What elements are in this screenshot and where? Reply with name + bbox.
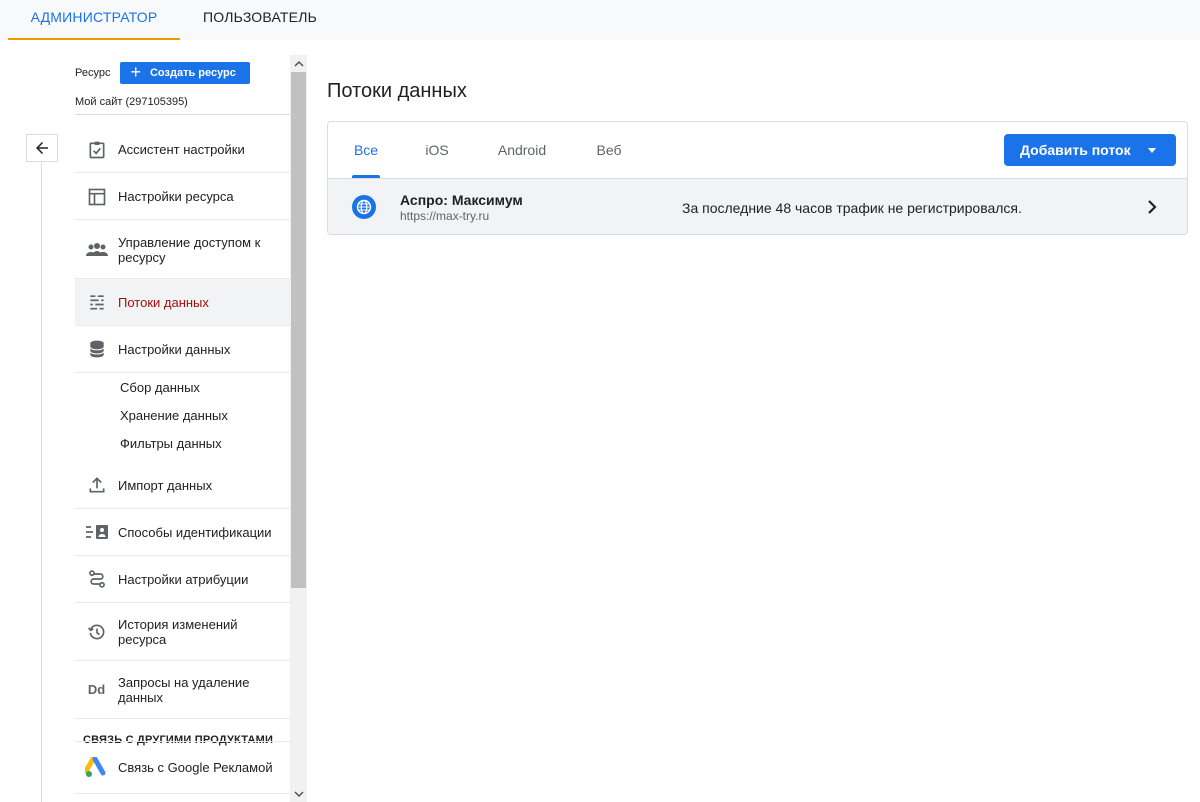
stream-row[interactable]: Аспро: Максимум https://max-try.ru За по…: [328, 178, 1187, 234]
stream-name: Аспро: Максимум: [400, 192, 523, 208]
tab-ios[interactable]: iOS: [422, 122, 452, 178]
sidebar-item-label: История изменений ресурса: [118, 616, 238, 647]
data-streams-card: Все iOS Android Веб Добавить поток Аспро…: [327, 121, 1188, 235]
tab-user[interactable]: ПОЛЬЗОВАТЕЛЬ: [192, 0, 328, 40]
resource-label: Ресурс: [75, 67, 111, 79]
sidebar-subitem-data-collection[interactable]: Сбор данных: [120, 380, 200, 395]
sidebar-item-label: Настройки атрибуции: [118, 571, 249, 587]
web-globe-icon: [352, 195, 376, 219]
history-icon: [75, 622, 118, 642]
tab-all[interactable]: Все: [350, 122, 382, 178]
sidebar-item-label: Импорт данных: [118, 477, 213, 493]
setup-checklist-icon: [75, 140, 118, 160]
tab-admin[interactable]: АДМИНИСТРАТОР: [8, 0, 180, 40]
attribution-icon: [75, 569, 118, 589]
scroll-up-button[interactable]: [290, 55, 307, 72]
sidebar-item-property-settings[interactable]: Настройки ресурса: [75, 174, 290, 220]
admin-sidebar: Ресурс + Создать ресурс Мой сайт (297105…: [75, 40, 290, 802]
sidebar-item-label: Настройки ресурса: [118, 189, 234, 204]
people-icon: [75, 240, 118, 260]
data-streams-icon: [75, 292, 118, 312]
sidebar-item-label: Настройки данных: [118, 341, 231, 357]
chevron-up-icon: [293, 60, 304, 67]
back-button[interactable]: [26, 134, 58, 162]
database-icon: [75, 339, 118, 359]
sidebar-item-data-import[interactable]: Импорт данных: [75, 462, 290, 509]
top-tab-bar: АДМИНИСТРАТОР ПОЛЬЗОВАТЕЛЬ: [0, 0, 1200, 40]
sidebar-item-data-streams[interactable]: Потоки данных: [75, 279, 290, 326]
sidebar-item-label: Ассистент настройки: [118, 142, 245, 157]
sidebar-item-label: Связь с Google Рекламой: [118, 760, 273, 775]
add-stream-button[interactable]: Добавить поток: [1004, 134, 1176, 166]
scroll-down-button[interactable]: [290, 785, 307, 802]
upload-icon: [75, 475, 118, 495]
sidebar-subitem-data-retention[interactable]: Хранение данных: [120, 408, 228, 423]
sidebar-item-reporting-identity[interactable]: Способы идентификации: [75, 509, 290, 556]
resource-row: Ресурс + Создать ресурс: [75, 62, 250, 84]
create-resource-label: Создать ресурс: [149, 67, 236, 79]
sidebar-item-label: Запросы на удаление данных: [118, 674, 250, 705]
plus-icon: +: [130, 62, 141, 82]
divider: [75, 114, 290, 115]
nav-rail-line: [41, 160, 42, 802]
site-name[interactable]: Мой сайт (297105395): [75, 96, 188, 108]
sidebar-item-label: Управление доступом к ресурсу: [118, 234, 261, 265]
stream-url: https://max-try.ru: [400, 209, 490, 223]
create-resource-button[interactable]: + Создать ресурс: [120, 62, 250, 84]
sidebar-item-access-management[interactable]: Управление доступом к ресурсу: [75, 221, 290, 279]
stream-status: За последние 48 часов трафик не регистри…: [682, 200, 1022, 216]
data-deletion-icon: Dd: [87, 682, 106, 697]
caret-down-icon: [1148, 148, 1156, 153]
sidebar-item-attribution-settings[interactable]: Настройки атрибуции: [75, 556, 290, 603]
google-ads-icon: [75, 756, 118, 779]
tab-web[interactable]: Веб: [594, 122, 624, 178]
sidebar-item-label: Способы идентификации: [118, 524, 272, 540]
sidebar-item-data-settings[interactable]: Настройки данных: [75, 326, 290, 373]
sidebar-item-setup-assistant[interactable]: Ассистент настройки: [75, 127, 290, 173]
sidebar-item-change-history[interactable]: История изменений ресурса: [75, 603, 290, 661]
sidebar-item-google-ads-link[interactable]: Связь с Google Рекламой: [75, 741, 290, 794]
sidebar-item-label: Потоки данных: [118, 294, 209, 310]
page-title: Потоки данных: [327, 80, 467, 102]
tab-android[interactable]: Android: [494, 122, 550, 178]
arrow-left-icon: [36, 142, 48, 154]
identity-icon: [75, 522, 118, 542]
add-stream-label: Добавить поток: [1020, 142, 1131, 158]
property-settings-icon: [75, 187, 118, 207]
sidebar-subitem-data-filters[interactable]: Фильтры данных: [120, 436, 222, 451]
scroll-thumb[interactable]: [291, 72, 306, 588]
sidebar-item-data-deletion-requests[interactable]: Dd Запросы на удаление данных: [75, 661, 290, 719]
chevron-right-icon: [1148, 200, 1157, 214]
chevron-down-icon: [293, 790, 304, 797]
sidebar-scrollbar[interactable]: [290, 55, 307, 802]
